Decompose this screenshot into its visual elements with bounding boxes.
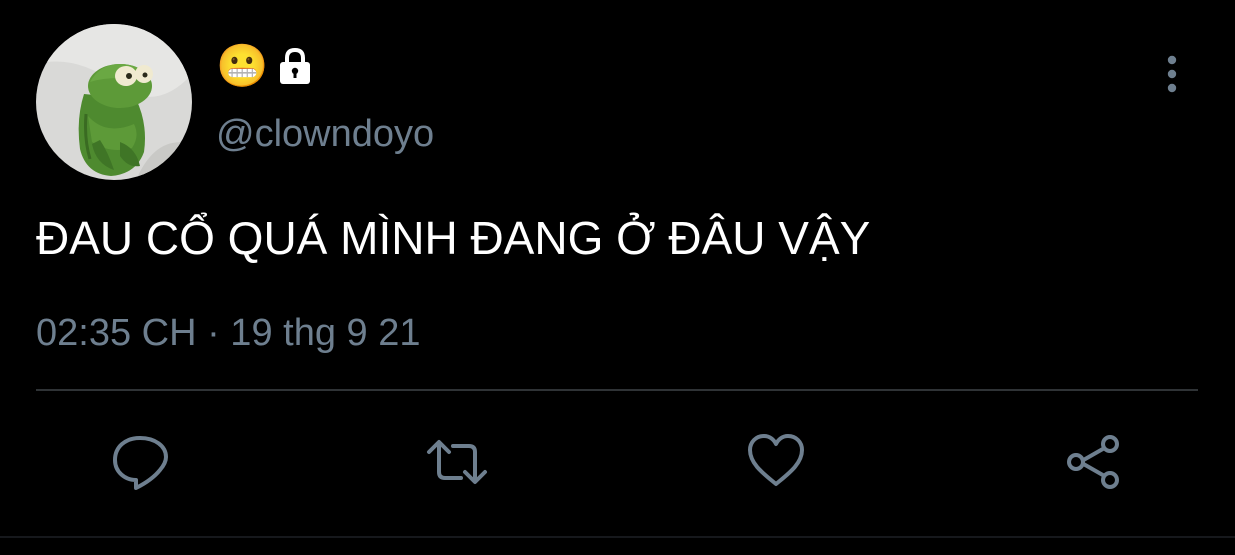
heart-icon <box>748 434 804 486</box>
reply-button[interactable] <box>108 430 172 494</box>
divider <box>36 389 1198 391</box>
display-name[interactable]: 😬 <box>216 42 316 90</box>
share-button[interactable] <box>1062 430 1126 494</box>
more-vertical-icon[interactable] <box>1158 54 1186 96</box>
tweet-text: ĐAU CỔ QUÁ MÌNH ĐANG Ở ĐÂU VẬY <box>36 212 871 264</box>
reply-icon <box>113 436 168 490</box>
retweet-button[interactable] <box>425 430 489 494</box>
kermit-frog-avatar <box>36 24 192 180</box>
tweet-timestamp[interactable]: 02:35 CH · 19 thg 9 21 <box>36 310 420 356</box>
share-icon <box>1067 435 1119 489</box>
user-handle[interactable]: @clowndoyo <box>216 112 434 156</box>
lock-icon <box>274 45 316 87</box>
avatar[interactable] <box>36 24 192 180</box>
bottom-border <box>0 536 1235 538</box>
retweet-icon <box>427 440 487 484</box>
like-button[interactable] <box>744 430 808 494</box>
grimacing-face-emoji: 😬 <box>216 41 269 90</box>
